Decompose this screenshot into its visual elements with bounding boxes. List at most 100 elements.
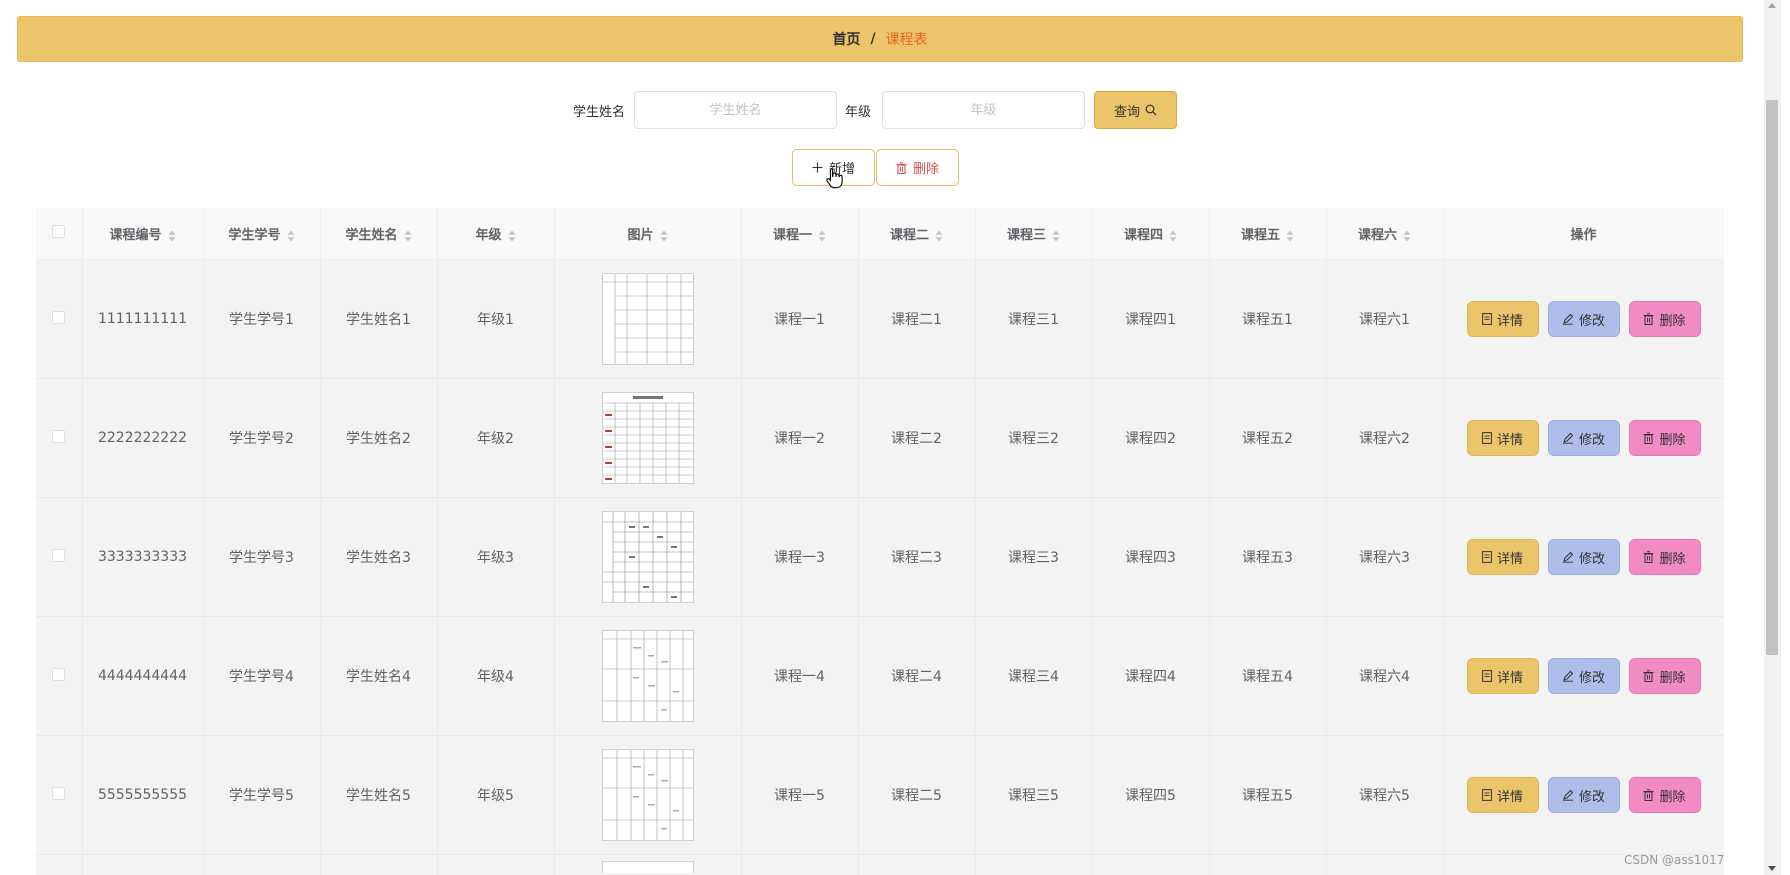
edit-icon	[1562, 789, 1574, 801]
course-id-cell: 2222222222	[82, 378, 204, 498]
student-no-cell: 学生学号1	[203, 259, 321, 379]
course-2-cell: 课程二1	[858, 259, 976, 379]
row-checkbox[interactable]	[52, 548, 66, 562]
column-header[interactable]: 学生学号	[203, 208, 321, 260]
ops-cell: 详情 修改 删除	[1443, 259, 1724, 379]
course-5-cell: 课程五3	[1209, 497, 1327, 617]
sort-icon[interactable]	[1286, 230, 1294, 242]
sort-icon[interactable]	[1052, 230, 1060, 242]
column-header[interactable]: 课程一	[741, 208, 859, 260]
course-2-cell: 课程二3	[858, 497, 976, 617]
delete-button[interactable]: 删除	[1628, 777, 1701, 813]
column-header[interactable]: 课程编号	[82, 208, 204, 260]
row-select-cell	[36, 259, 83, 379]
breadcrumb-home[interactable]: 首页	[832, 29, 860, 49]
delete-button[interactable]: 删除	[1628, 301, 1701, 337]
column-header[interactable]: 课程五	[1209, 208, 1327, 260]
student-name-label: 学生姓名	[573, 105, 626, 120]
table-row: 3333333333 学生学号3 学生姓名3 年级3 课程一3 课程二3 课程三…	[36, 497, 1724, 617]
edit-icon	[1562, 551, 1574, 563]
table-row: 1111111111 学生学号1 学生姓名1 年级1 课程一1 课程二1 课程三…	[36, 259, 1724, 379]
sort-icon[interactable]	[660, 230, 668, 242]
grade-cell: 年级1	[437, 259, 555, 379]
column-header[interactable]: 课程六	[1326, 208, 1444, 260]
document-icon	[1482, 551, 1492, 563]
sort-icon[interactable]	[287, 230, 295, 242]
column-header[interactable]: 年级	[437, 208, 555, 260]
edit-button[interactable]: 修改	[1547, 777, 1620, 813]
course-5-cell: 课程五5	[1209, 735, 1327, 855]
delete-button[interactable]: 删除	[1628, 658, 1701, 694]
trash-icon	[1643, 313, 1654, 325]
course-5-cell: 课程五1	[1209, 259, 1327, 379]
image-cell	[554, 616, 742, 736]
course-3-cell: 课程三3	[975, 497, 1093, 617]
delete-button[interactable]: 删除	[1628, 420, 1701, 456]
sort-icon[interactable]	[508, 230, 516, 242]
detail-button[interactable]: 详情	[1466, 301, 1539, 337]
delete-button[interactable]: 删除	[1628, 539, 1701, 575]
course-5-cell: 课程五4	[1209, 616, 1327, 736]
row-checkbox[interactable]	[52, 310, 66, 324]
query-button[interactable]: 查询	[1094, 91, 1177, 129]
row-checkbox[interactable]	[52, 667, 66, 681]
edit-button[interactable]: 修改	[1547, 539, 1620, 575]
ops-cell: 详情 修改 删除	[1443, 497, 1724, 617]
detail-button[interactable]: 详情	[1466, 658, 1539, 694]
sort-icon[interactable]	[168, 230, 176, 242]
scroll-up-arrow-icon[interactable]	[1768, 3, 1776, 8]
schedule-thumbnail[interactable]	[601, 749, 694, 841]
row-checkbox[interactable]	[52, 429, 66, 443]
row-select-cell	[36, 497, 83, 617]
course-6-cell: 课程六5	[1326, 735, 1444, 855]
detail-button[interactable]: 详情	[1466, 777, 1539, 813]
sort-icon[interactable]	[1403, 230, 1411, 242]
schedule-thumbnail[interactable]	[601, 861, 694, 873]
row-select-cell	[36, 378, 83, 498]
column-header[interactable]: 课程二	[858, 208, 976, 260]
course-4-cell: 课程四2	[1092, 378, 1210, 498]
detail-button[interactable]: 详情	[1466, 420, 1539, 456]
course-1-cell: 课程一4	[741, 616, 859, 736]
hand-cursor-icon	[826, 167, 843, 189]
course-4-cell: 课程四3	[1092, 497, 1210, 617]
sort-icon[interactable]	[935, 230, 943, 242]
schedule-thumbnail[interactable]	[601, 630, 694, 722]
grade-cell: 年级5	[437, 735, 555, 855]
course-4-cell: 课程四1	[1092, 259, 1210, 379]
course-id-cell: 3333333333	[82, 497, 204, 617]
column-header[interactable]: 图片	[554, 208, 742, 260]
column-header[interactable]: 课程三	[975, 208, 1093, 260]
edit-button[interactable]: 修改	[1547, 658, 1620, 694]
row-checkbox[interactable]	[52, 786, 66, 800]
batch-delete-label: 删除	[912, 162, 939, 177]
sort-icon[interactable]	[818, 230, 826, 242]
document-icon	[1482, 789, 1492, 801]
column-header[interactable]: 课程四	[1092, 208, 1210, 260]
edit-button[interactable]: 修改	[1547, 420, 1620, 456]
row-select-cell	[36, 616, 83, 736]
student-name-cell: 学生姓名2	[320, 378, 438, 498]
student-name-cell: 学生姓名1	[320, 259, 438, 379]
scroll-down-arrow-icon[interactable]	[1768, 866, 1776, 871]
course-6-cell: 课程六2	[1326, 378, 1444, 498]
sort-icon[interactable]	[1169, 230, 1177, 242]
course-3-cell: 课程三2	[975, 378, 1093, 498]
trash-icon	[1643, 432, 1654, 444]
schedule-thumbnail[interactable]	[601, 273, 694, 365]
student-name-input[interactable]	[634, 91, 837, 129]
select-all-checkbox[interactable]	[52, 225, 66, 238]
image-cell	[554, 497, 742, 617]
schedule-thumbnail[interactable]	[601, 392, 694, 484]
batch-delete-button[interactable]: 删除	[876, 149, 959, 186]
scrollbar-thumb[interactable]	[1766, 100, 1778, 655]
grade-input[interactable]	[882, 91, 1085, 129]
sort-icon[interactable]	[404, 230, 412, 242]
image-cell	[554, 378, 742, 498]
course-id-cell: 1111111111	[82, 259, 204, 379]
course-id-cell: 5555555555	[82, 735, 204, 855]
schedule-thumbnail[interactable]	[601, 511, 694, 603]
column-header[interactable]: 学生姓名	[320, 208, 438, 260]
detail-button[interactable]: 详情	[1466, 539, 1539, 575]
edit-button[interactable]: 修改	[1547, 301, 1620, 337]
